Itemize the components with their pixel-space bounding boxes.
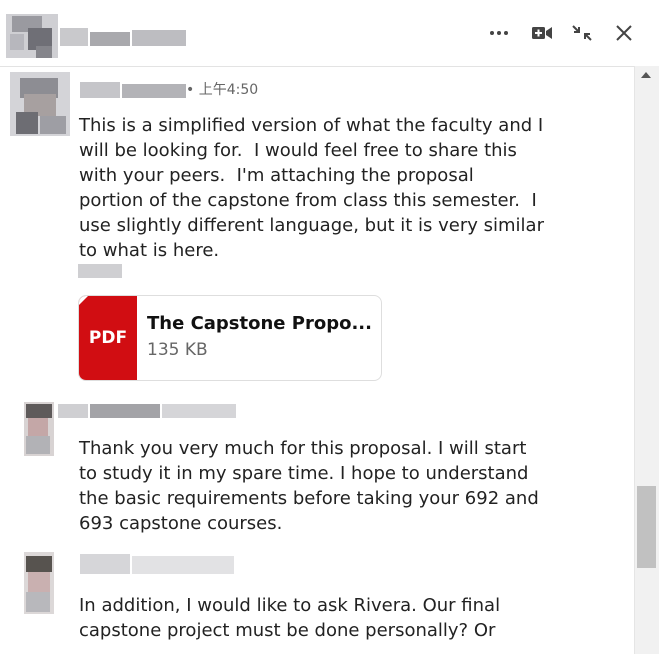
- close-button[interactable]: [610, 18, 638, 48]
- video-call-icon: [532, 27, 552, 39]
- signature-blur: [78, 264, 122, 278]
- close-icon: [616, 25, 632, 41]
- video-call-button[interactable]: [528, 18, 556, 48]
- attachment-file-size: 135 KB: [147, 340, 208, 360]
- scroll-thumb[interactable]: [637, 486, 656, 568]
- message-line: portion of the capstone from class this …: [79, 190, 537, 211]
- sender-name[interactable]: [80, 80, 186, 100]
- sender-avatar[interactable]: [10, 72, 70, 136]
- message-line: use slightly different language, but it …: [79, 215, 544, 236]
- message-timestamp: • 上午4:50: [186, 82, 259, 98]
- scroll-up-arrow[interactable]: [641, 72, 651, 78]
- message-line: Thank you very much for this proposal. I…: [79, 438, 527, 459]
- message-line: This is a simplified version of what the…: [79, 115, 544, 136]
- message-line: with your peers. I'm attaching the propo…: [79, 165, 474, 186]
- chat-window: • 上午4:50 This is a simplified version of…: [0, 0, 659, 654]
- sender-avatar[interactable]: [24, 552, 54, 614]
- message-line: In addition, I would like to ask Rivera.…: [79, 595, 501, 616]
- message-line: to study it in my spare time. I hope to …: [79, 463, 529, 484]
- contact-avatar[interactable]: [6, 14, 58, 58]
- pdf-icon: PDF: [79, 296, 137, 380]
- message-line: 693 capstone courses.: [79, 513, 283, 534]
- message-line: to what is here.: [79, 240, 220, 261]
- contact-name[interactable]: [60, 26, 186, 48]
- message-line: will be looking for. I would feel free t…: [79, 140, 517, 161]
- sender-name[interactable]: [80, 554, 234, 580]
- attachment-file-name: The Capstone Propo...: [147, 313, 372, 334]
- minimize-button[interactable]: [568, 18, 596, 48]
- message-line: capstone project must be done personally…: [79, 620, 496, 641]
- scrollbar[interactable]: [634, 66, 659, 654]
- chat-header: [0, 0, 659, 67]
- sender-avatar[interactable]: [24, 402, 54, 456]
- more-options-button[interactable]: [484, 18, 514, 48]
- minimize-icon: [572, 25, 592, 41]
- pdf-corner: [79, 296, 88, 305]
- message-line: the basic requirements before taking you…: [79, 488, 539, 509]
- more-dots-icon: [490, 31, 508, 35]
- sender-name[interactable]: [58, 404, 236, 420]
- pdf-attachment[interactable]: PDF The Capstone Propo... 135 KB: [78, 295, 382, 381]
